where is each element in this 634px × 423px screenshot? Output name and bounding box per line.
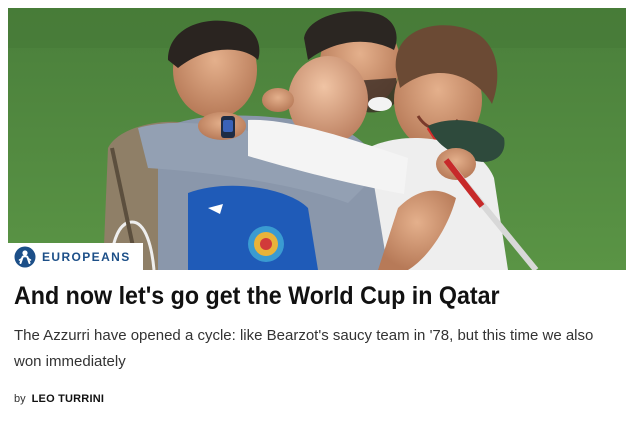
article-headline[interactable]: And now let's go get the World Cup in Qa… <box>14 279 578 313</box>
football-player-icon <box>14 246 36 268</box>
byline-prefix: by <box>14 393 26 405</box>
celebration-photo-illustration <box>8 8 626 270</box>
category-tag[interactable]: EUROPEANS <box>8 243 143 271</box>
category-label: EUROPEANS <box>42 250 131 264</box>
article-byline: by LEO TURRINI <box>14 393 104 405</box>
article-standfirst: The Azzurri have opened a cycle: like Be… <box>14 327 594 370</box>
hero-photo <box>8 8 626 270</box>
author-name[interactable]: LEO TURRINI <box>32 393 104 405</box>
